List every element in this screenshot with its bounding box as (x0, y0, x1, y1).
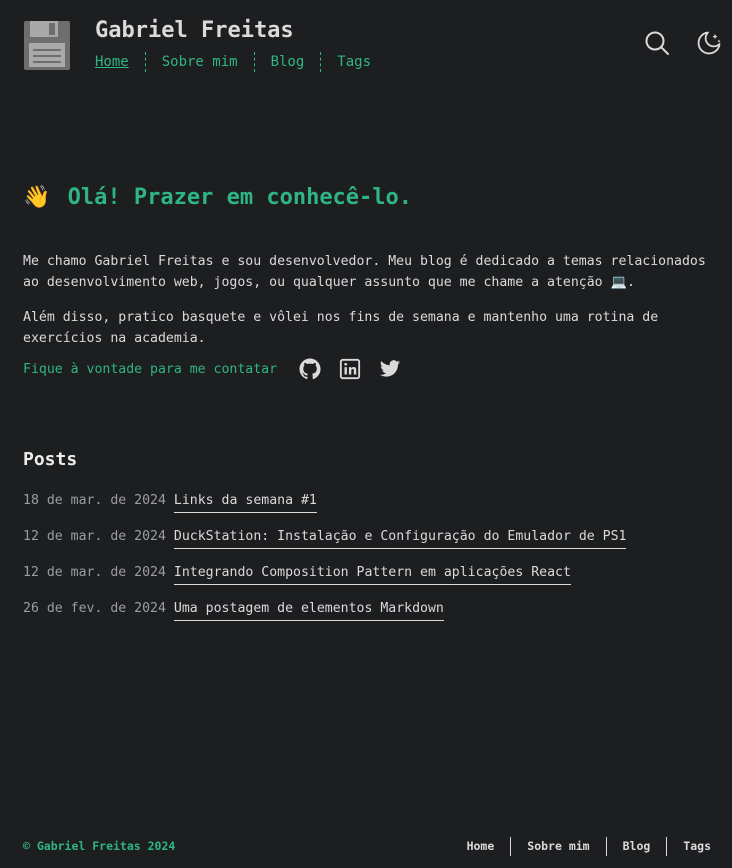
list-item: 26 de fev. de 2024 Uma postagem de eleme… (23, 598, 626, 634)
footer-nav-tags[interactable]: Tags (666, 837, 711, 856)
nav-blog[interactable]: Blog (253, 52, 321, 72)
floppy-disk-icon[interactable] (24, 21, 70, 70)
site-header: Gabriel Freitas Home Sobre mim Blog Tags (0, 0, 732, 90)
posts-list: 18 de mar. de 2024 Links da semana #1 12… (23, 490, 627, 634)
footer-nav-home[interactable]: Home (451, 837, 511, 856)
footer-nav: Home Sobre mim Blog Tags (451, 837, 711, 856)
post-date: 18 de mar. de 2024 (23, 493, 166, 508)
footer-nav-blog[interactable]: Blog (605, 837, 667, 856)
post-link[interactable]: Links da semana #1 (173, 490, 317, 513)
footer-nav-sobre-mim[interactable]: Sobre mim (510, 837, 605, 856)
post-link[interactable]: Integrando Composition Pattern em aplica… (173, 562, 571, 585)
nav-home[interactable]: Home (95, 52, 145, 72)
contact-row: Fique à vontade para me contatar (23, 356, 419, 382)
hero-title-text: Olá! Prazer em conhecê-lo. (67, 185, 413, 210)
moon-icon[interactable] (696, 30, 722, 56)
nav-sobre-mim[interactable]: Sobre mim (144, 52, 254, 72)
list-item: 12 de mar. de 2024 Integrando Compositio… (23, 562, 626, 598)
twitter-icon[interactable] (379, 358, 401, 380)
site-title[interactable]: Gabriel Freitas (95, 18, 294, 43)
main-nav: Home Sobre mim Blog Tags (95, 52, 387, 72)
search-icon[interactable] (644, 30, 670, 56)
post-date: 26 de fev. de 2024 (23, 601, 166, 616)
post-date: 12 de mar. de 2024 (23, 565, 166, 580)
hero-title: 👋 Olá! Prazer em conhecê-lo. (23, 185, 412, 210)
hobbies-paragraph: Além disso, pratico basquete e vôlei nos… (23, 310, 659, 347)
intro-paragraph: Me chamo Gabriel Freitas e sou desenvolv… (23, 254, 706, 291)
posts-heading: Posts (23, 449, 78, 470)
post-date: 12 de mar. de 2024 (23, 529, 166, 544)
list-item: 18 de mar. de 2024 Links da semana #1 (23, 490, 626, 526)
contact-text: Fique à vontade para me contatar (23, 361, 278, 377)
post-link[interactable]: DuckStation: Instalação e Configuração d… (173, 526, 627, 549)
waving-hand-icon: 👋 (23, 185, 51, 210)
github-icon[interactable] (299, 358, 321, 380)
post-link[interactable]: Uma postagem de elementos Markdown (173, 598, 444, 621)
footer-copyright: © Gabriel Freitas 2024 (23, 839, 176, 853)
linkedin-icon[interactable] (339, 358, 361, 380)
nav-tags[interactable]: Tags (320, 52, 387, 72)
list-item: 12 de mar. de 2024 DuckStation: Instalaç… (23, 526, 627, 562)
